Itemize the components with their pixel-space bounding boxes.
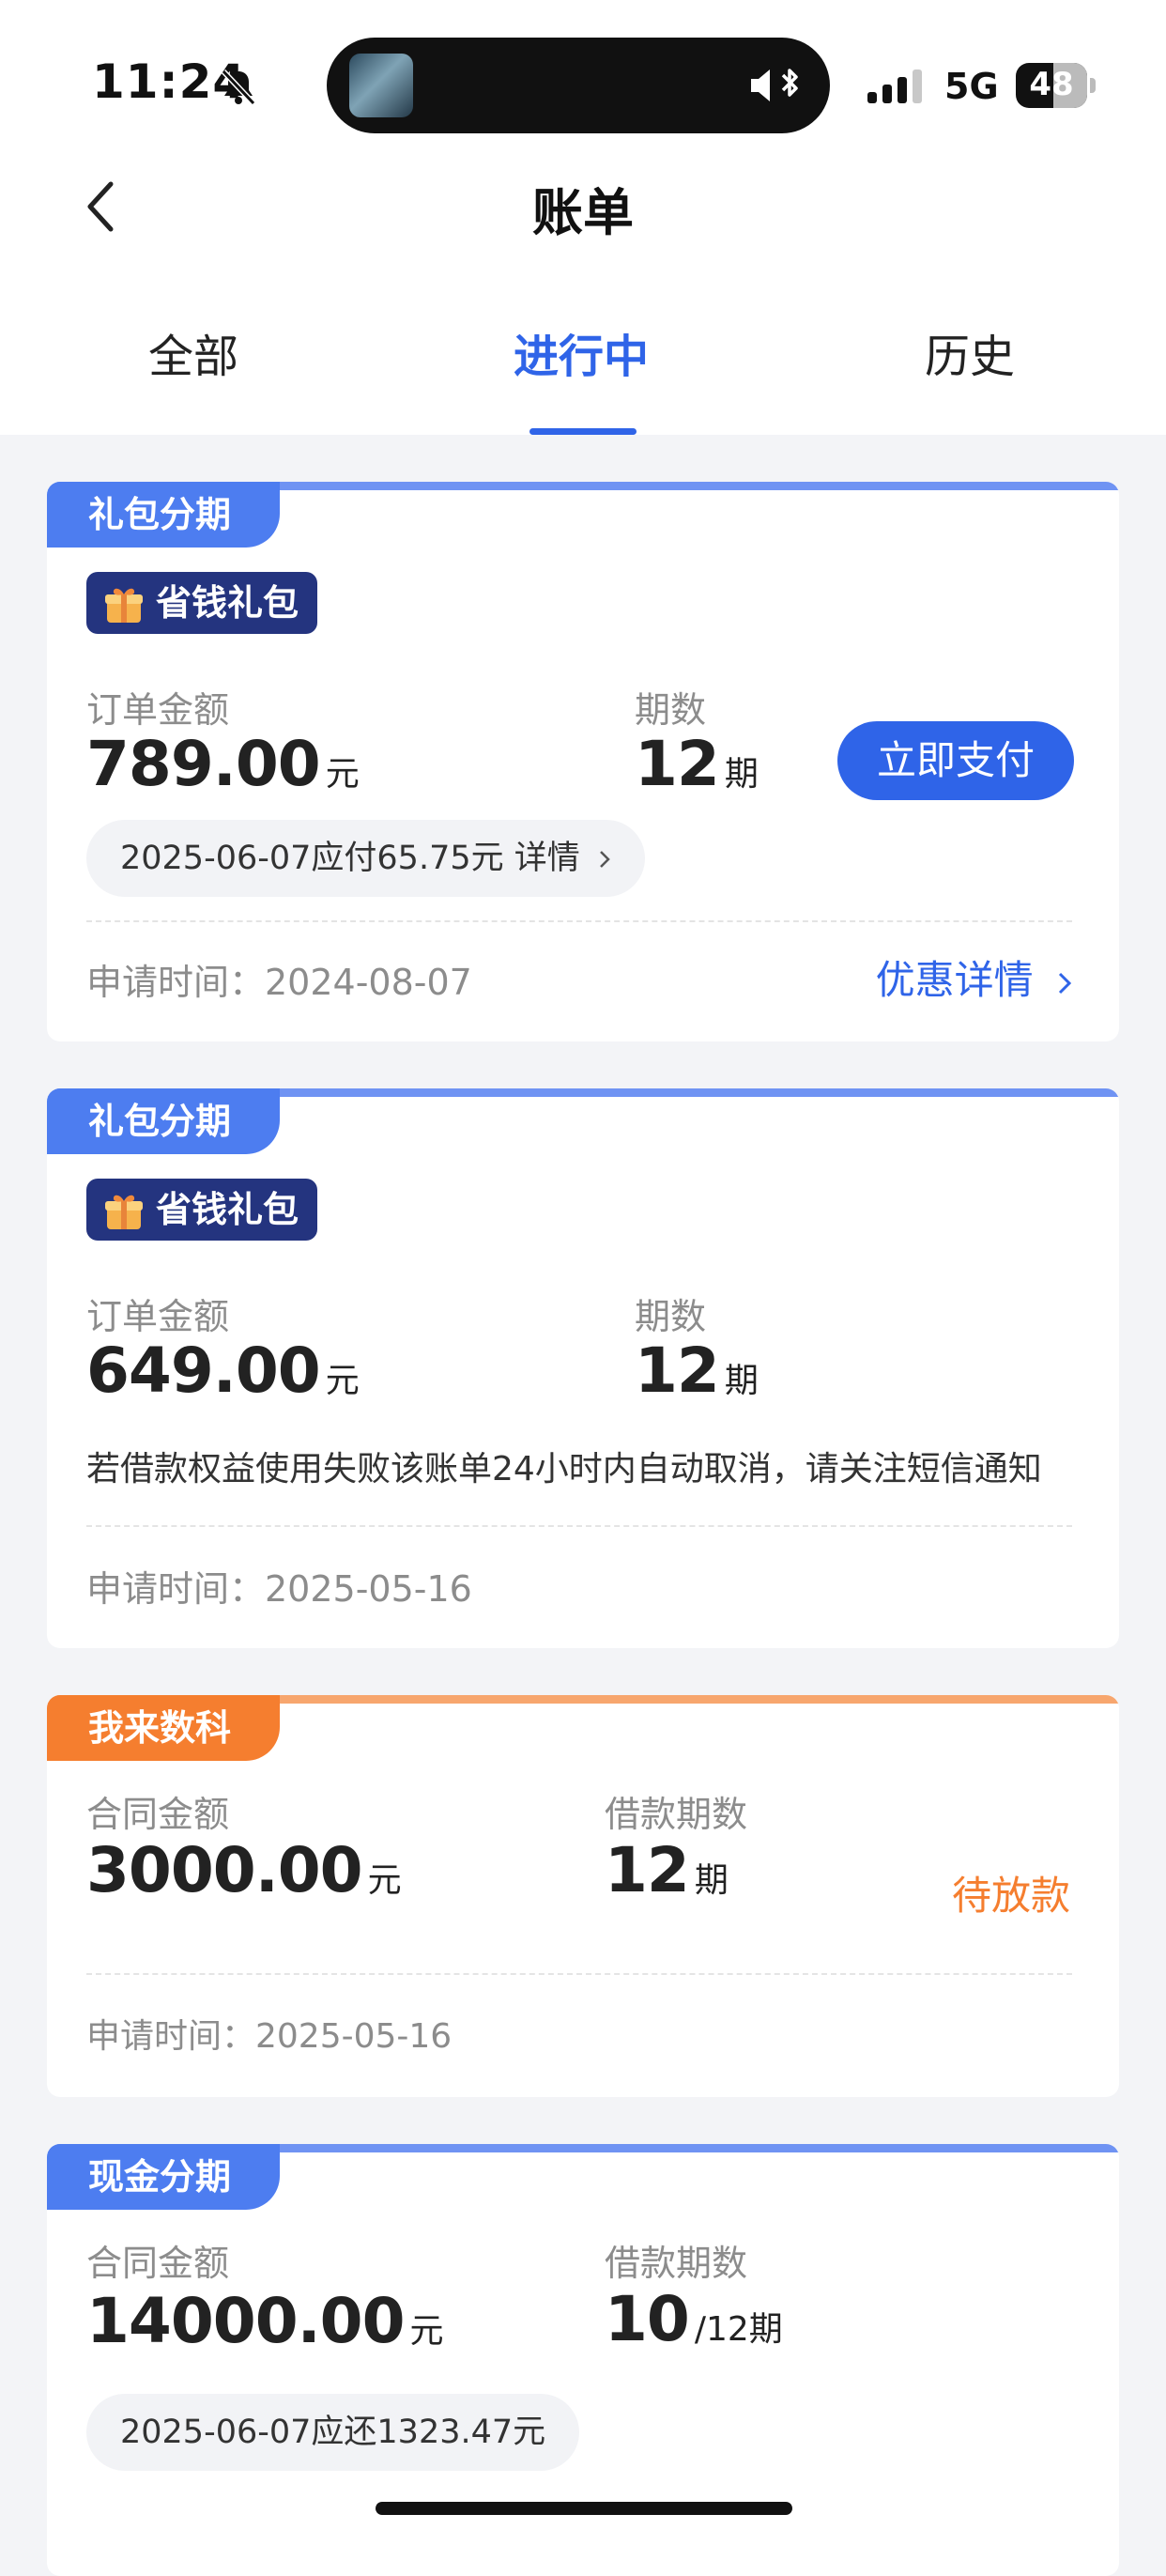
home-indicator[interactable]	[376, 2502, 792, 2515]
cancel-notice: 若借款权益使用失败该账单24小时内自动取消，请关注短信通知	[86, 1450, 1042, 1489]
discount-detail-link[interactable]: 优惠详情	[876, 949, 1072, 1006]
card-tag: 礼包分期	[47, 1088, 281, 1154]
media-thumbnail	[349, 54, 413, 117]
amount-label: 合同金额	[86, 2243, 230, 2284]
tab-in-progress[interactable]: 进行中	[514, 319, 649, 385]
gift-icon	[105, 1195, 143, 1229]
amount-value: 3000.00 元	[86, 1834, 402, 1906]
due-detail-pill[interactable]: 2025-06-07应付65.75元 详情	[86, 820, 645, 897]
network-label: 5G	[944, 66, 999, 107]
battery-icon: 48	[1016, 63, 1097, 108]
chevron-right-icon	[599, 851, 610, 868]
card-tag: 我来数科	[47, 1695, 281, 1761]
gift-badge: 省钱礼包	[86, 1179, 318, 1241]
divider	[86, 920, 1072, 922]
apply-time: 申请时间：2024-08-07	[86, 962, 472, 1003]
pay-now-button[interactable]: 立即支付	[837, 721, 1074, 800]
divider	[86, 1973, 1072, 1975]
active-tab-indicator	[529, 428, 637, 435]
bill-card-2[interactable]: 礼包分期 省钱礼包 订单金额 649.00 元 期数 12 期 若借款权益使用失败该…	[47, 1088, 1119, 1648]
page-title: 账单	[532, 183, 634, 242]
gift-badge: 省钱礼包	[86, 572, 318, 634]
battery-level: 48	[1029, 66, 1074, 103]
amount-label: 订单金额	[86, 1296, 230, 1337]
speaker-bluetooth-icon	[751, 69, 798, 101]
due-amount-pill[interactable]: 2025-06-07应还1323.47元	[86, 2394, 580, 2471]
tab-all[interactable]: 全部	[148, 319, 238, 385]
status-badge: 待放款	[951, 1873, 1070, 1919]
apply-time: 申请时间：2025-05-16	[86, 1568, 472, 1610]
amount-value: 649.00 元	[86, 1334, 360, 1407]
gift-badge-label: 省钱礼包	[156, 582, 299, 624]
term-label: 借款期数	[605, 2243, 748, 2284]
amount-label: 合同金额	[86, 1794, 230, 1835]
gift-icon	[105, 588, 143, 623]
chevron-right-icon	[1058, 972, 1072, 994]
amount-value: 14000.00 元	[86, 2285, 444, 2357]
term-label: 借款期数	[605, 1794, 748, 1835]
term-value: 12 期	[605, 1834, 729, 1906]
term-label: 期数	[635, 689, 707, 731]
gift-badge-label: 省钱礼包	[156, 1189, 299, 1230]
bill-card-1[interactable]: 礼包分期 省钱礼包 订单金额 789.00 元 期数 12 期 立即支付 2025-…	[47, 482, 1119, 1041]
term-label: 期数	[635, 1296, 707, 1337]
dynamic-island[interactable]	[327, 38, 830, 133]
tab-history[interactable]: 历史	[925, 319, 1015, 385]
amount-label: 订单金额	[86, 689, 230, 731]
bill-card-3[interactable]: 我来数科 合同金额 3000.00 元 借款期数 12 期 待放款 申请时间：202…	[47, 1695, 1119, 2097]
apply-time: 申请时间：2025-05-16	[86, 2017, 453, 2056]
term-value: 10/12期	[605, 2283, 783, 2355]
bell-slash-icon	[221, 69, 256, 106]
term-value: 12 期	[635, 1334, 759, 1407]
amount-value: 789.00 元	[86, 728, 360, 800]
card-tag: 礼包分期	[47, 482, 281, 548]
card-tag: 现金分期	[47, 2144, 281, 2210]
term-value: 12 期	[635, 728, 759, 800]
divider	[86, 1525, 1072, 1527]
signal-icon	[867, 69, 922, 103]
